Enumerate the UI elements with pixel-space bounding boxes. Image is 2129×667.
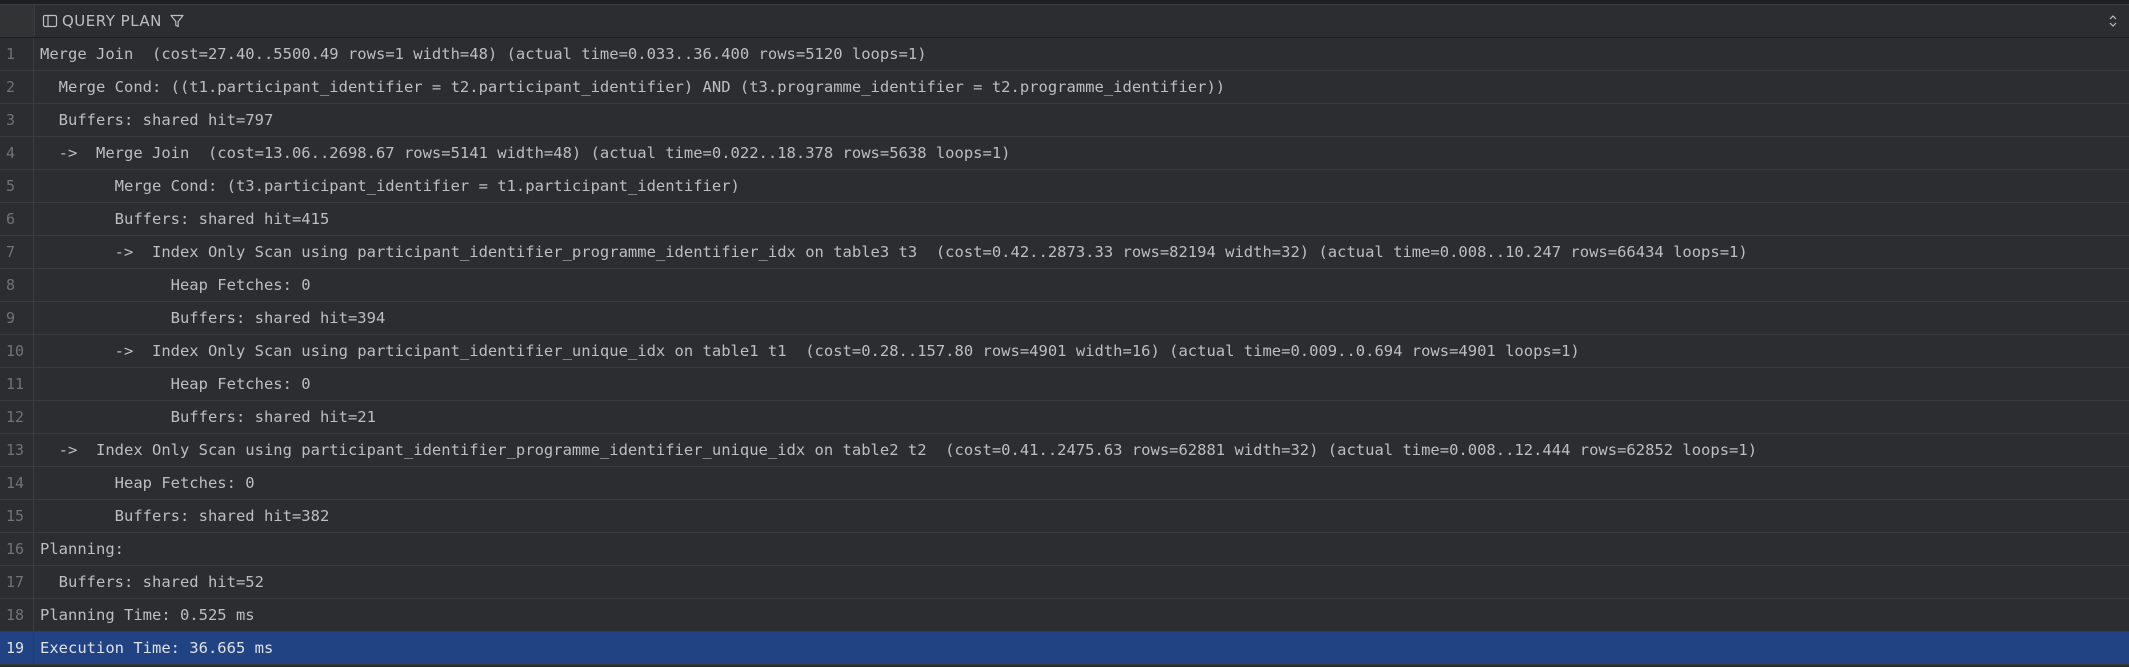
- query-plan-cell[interactable]: Buffers: shared hit=797: [34, 104, 2129, 136]
- row-number[interactable]: 8: [0, 269, 34, 301]
- row-number[interactable]: 4: [0, 137, 34, 169]
- row-number[interactable]: 11: [0, 368, 34, 400]
- table-row[interactable]: 4 -> Merge Join (cost=13.06..2698.67 row…: [0, 137, 2129, 170]
- query-plan-cell[interactable]: Heap Fetches: 0: [34, 368, 2129, 400]
- table-column-icon: [42, 13, 58, 29]
- query-plan-cell[interactable]: Buffers: shared hit=394: [34, 302, 2129, 334]
- table-row[interactable]: 18 Planning Time: 0.525 ms: [0, 599, 2129, 632]
- table-row[interactable]: 7 -> Index Only Scan using participant_i…: [0, 236, 2129, 269]
- query-plan-cell[interactable]: -> Index Only Scan using participant_ide…: [34, 236, 2129, 268]
- query-plan-cell[interactable]: Planning Time: 0.525 ms: [34, 599, 2129, 631]
- row-number[interactable]: 10: [0, 335, 34, 367]
- query-plan-cell[interactable]: Buffers: shared hit=415: [34, 203, 2129, 235]
- query-plan-column-header[interactable]: QUERY PLAN: [35, 5, 2129, 37]
- row-number[interactable]: 14: [0, 467, 34, 499]
- query-plan-cell[interactable]: Merge Join (cost=27.40..5500.49 rows=1 w…: [34, 38, 2129, 70]
- row-number[interactable]: 5: [0, 170, 34, 202]
- query-plan-cell[interactable]: Buffers: shared hit=52: [34, 566, 2129, 598]
- row-number[interactable]: 12: [0, 401, 34, 433]
- table-row[interactable]: 15 Buffers: shared hit=382: [0, 500, 2129, 533]
- table-row[interactable]: 17 Buffers: shared hit=52: [0, 566, 2129, 599]
- query-plan-cell[interactable]: Buffers: shared hit=382: [34, 500, 2129, 532]
- table-row[interactable]: 10 -> Index Only Scan using participant_…: [0, 335, 2129, 368]
- table-row[interactable]: 11 Heap Fetches: 0: [0, 368, 2129, 401]
- table-row[interactable]: 2 Merge Cond: ((t1.participant_identifie…: [0, 71, 2129, 104]
- result-grid-header: QUERY PLAN: [0, 5, 2129, 38]
- table-row[interactable]: 6 Buffers: shared hit=415: [0, 203, 2129, 236]
- result-rows: 1 Merge Join (cost=27.40..5500.49 rows=1 …: [0, 38, 2129, 665]
- table-row[interactable]: 16 Planning:: [0, 533, 2129, 566]
- row-number[interactable]: 19: [0, 632, 34, 664]
- row-number[interactable]: 9: [0, 302, 34, 334]
- table-row[interactable]: 8 Heap Fetches: 0: [0, 269, 2129, 302]
- table-row[interactable]: 19 Execution Time: 36.665 ms: [0, 632, 2129, 665]
- row-number[interactable]: 16: [0, 533, 34, 565]
- query-plan-cell[interactable]: -> Index Only Scan using participant_ide…: [34, 434, 2129, 466]
- table-row[interactable]: 3 Buffers: shared hit=797: [0, 104, 2129, 137]
- query-plan-cell[interactable]: Heap Fetches: 0: [34, 269, 2129, 301]
- row-number[interactable]: 1: [0, 38, 34, 70]
- row-number[interactable]: 3: [0, 104, 34, 136]
- row-number[interactable]: 15: [0, 500, 34, 532]
- table-row[interactable]: 13 -> Index Only Scan using participant_…: [0, 434, 2129, 467]
- query-plan-cell[interactable]: -> Merge Join (cost=13.06..2698.67 rows=…: [34, 137, 2129, 169]
- query-plan-cell[interactable]: Buffers: shared hit=21: [34, 401, 2129, 433]
- query-plan-cell[interactable]: Heap Fetches: 0: [34, 467, 2129, 499]
- sort-icon[interactable]: [2107, 13, 2119, 29]
- table-row[interactable]: 5 Merge Cond: (t3.participant_identifier…: [0, 170, 2129, 203]
- row-number[interactable]: 18: [0, 599, 34, 631]
- table-row[interactable]: 9 Buffers: shared hit=394: [0, 302, 2129, 335]
- row-number[interactable]: 6: [0, 203, 34, 235]
- table-row[interactable]: 14 Heap Fetches: 0: [0, 467, 2129, 500]
- row-number[interactable]: 2: [0, 71, 34, 103]
- query-plan-cell[interactable]: Planning:: [34, 533, 2129, 565]
- row-number-header[interactable]: [0, 5, 35, 37]
- column-title: QUERY PLAN: [62, 12, 162, 30]
- row-number[interactable]: 13: [0, 434, 34, 466]
- row-number[interactable]: 7: [0, 236, 34, 268]
- query-plan-cell[interactable]: Execution Time: 36.665 ms: [34, 632, 2129, 664]
- table-row[interactable]: 12 Buffers: shared hit=21: [0, 401, 2129, 434]
- query-plan-cell[interactable]: -> Index Only Scan using participant_ide…: [34, 335, 2129, 367]
- table-row[interactable]: 1 Merge Join (cost=27.40..5500.49 rows=1 …: [0, 38, 2129, 71]
- query-plan-cell[interactable]: Merge Cond: (t3.participant_identifier =…: [34, 170, 2129, 202]
- filter-icon[interactable]: [168, 12, 186, 30]
- query-plan-cell[interactable]: Merge Cond: ((t1.participant_identifier …: [34, 71, 2129, 103]
- row-number[interactable]: 17: [0, 566, 34, 598]
